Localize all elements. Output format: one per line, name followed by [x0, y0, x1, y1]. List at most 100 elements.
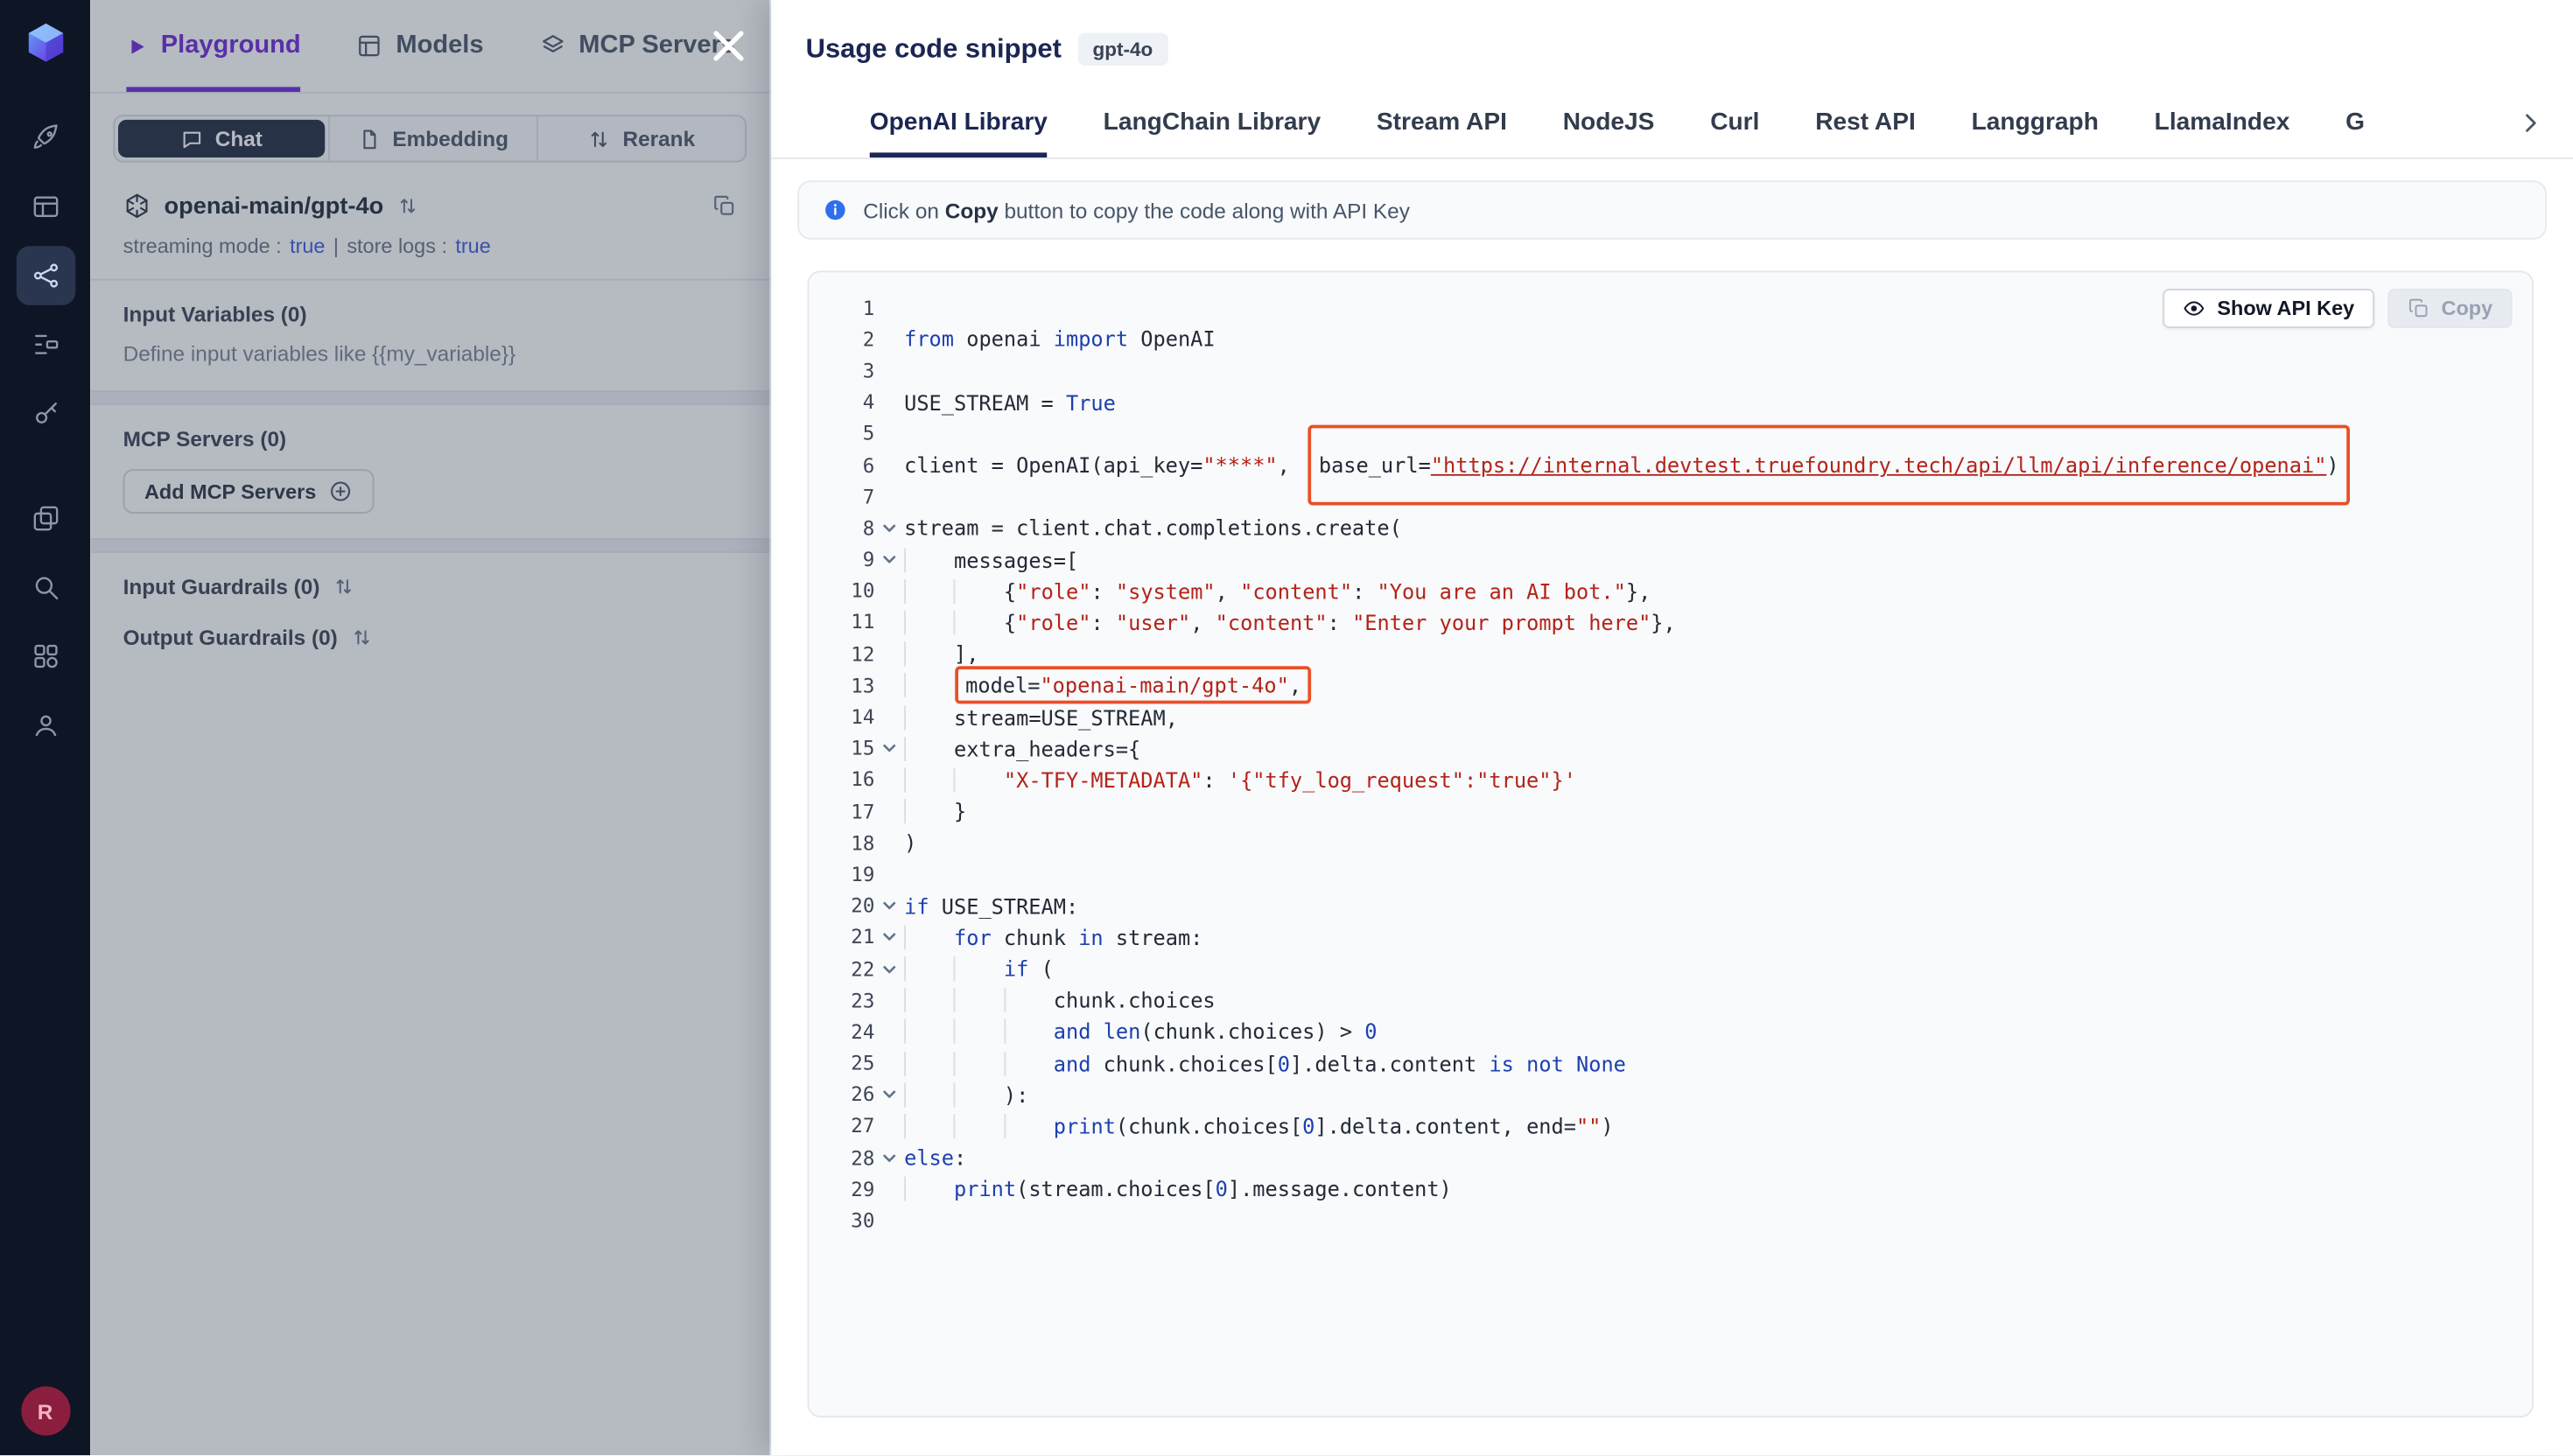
modal-backdrop[interactable] — [90, 0, 769, 1456]
line-number: 18 — [835, 831, 874, 854]
code-block: Show API Key Copy 1 2from openai import O… — [808, 270, 2534, 1418]
tabs-scroll-right-button[interactable] — [2511, 88, 2550, 158]
usage-tab-langgraph[interactable]: Langgraph — [1972, 88, 2099, 158]
line-number: 12 — [835, 642, 874, 665]
tree-icon — [31, 330, 60, 360]
fold-chevron-icon[interactable] — [874, 520, 904, 536]
user-avatar[interactable]: R — [20, 1387, 69, 1436]
code-line: 11 {"role": "user", "content": "Enter yo… — [835, 607, 2515, 639]
line-number: 11 — [835, 611, 874, 634]
line-number: 30 — [835, 1209, 874, 1232]
fold-chevron-icon[interactable] — [874, 929, 904, 946]
key-icon — [31, 399, 60, 429]
code-line: 12 ], — [835, 638, 2515, 669]
line-number: 7 — [835, 485, 874, 508]
usage-tab-llamaindex[interactable]: LlamaIndex — [2155, 88, 2290, 158]
fold-chevron-icon[interactable] — [874, 898, 904, 914]
usage-tab-openai-library[interactable]: OpenAI Library — [870, 88, 1048, 158]
code-line: 23 chunk.choices — [835, 984, 2515, 1016]
nav-pipelines[interactable] — [16, 315, 75, 374]
logo-cube-icon — [22, 20, 68, 66]
stacked-copy-icon — [31, 504, 60, 534]
usage-tabs: OpenAI Library LangChain Library Stream AP… — [771, 88, 2573, 159]
line-number: 2 — [835, 328, 874, 351]
nav-data[interactable] — [16, 178, 75, 237]
code-line: 17 } — [835, 795, 2515, 827]
code-line: 27 print(chunk.choices[0].delta.content,… — [835, 1110, 2515, 1142]
copy-code-label: Copy — [2442, 297, 2493, 319]
banner-text: Click on Copy button to copy the code al… — [863, 198, 1410, 222]
code-line: 24 and len(chunk.choices) > 0 — [835, 1016, 2515, 1047]
user-icon — [31, 710, 60, 740]
nav-explore[interactable] — [16, 558, 75, 618]
close-modal-button[interactable] — [705, 23, 752, 69]
line-number: 3 — [835, 360, 874, 382]
code-line: 25 and chunk.choices[0].delta.content is… — [835, 1047, 2515, 1079]
fold-chevron-icon[interactable] — [874, 740, 904, 757]
line-number: 13 — [835, 674, 874, 696]
truefoundry-logo[interactable] — [22, 20, 68, 66]
code-line: 21 for chunk in stream: — [835, 921, 2515, 953]
nav-users[interactable] — [16, 696, 75, 755]
line-number: 1 — [835, 297, 874, 319]
nav-deployments[interactable] — [16, 108, 75, 168]
code-line: 29 print(stream.choices[0].message.conte… — [835, 1173, 2515, 1205]
code-line: 3 — [835, 355, 2515, 387]
line-number: 17 — [835, 800, 874, 822]
modal-header: Usage code snippet gpt-4o — [771, 0, 2573, 88]
fold-chevron-icon[interactable] — [874, 1087, 904, 1103]
line-number: 10 — [835, 579, 874, 602]
usage-tab-curl[interactable]: Curl — [1710, 88, 1759, 158]
code-line: 2from openai import OpenAI — [835, 324, 2515, 355]
line-number: 6 — [835, 453, 874, 476]
rocket-icon — [31, 123, 60, 153]
show-api-key-button[interactable]: Show API Key — [2163, 289, 2374, 328]
code-line: 30 — [835, 1205, 2515, 1236]
info-icon — [822, 197, 848, 223]
fold-chevron-icon[interactable] — [874, 961, 904, 977]
code-line: 28else: — [835, 1142, 2515, 1173]
chevron-right-icon — [2517, 110, 2543, 136]
line-number: 29 — [835, 1178, 874, 1200]
line-number: 9 — [835, 548, 874, 570]
code-line: 15 extra_headers={ — [835, 732, 2515, 764]
usage-tab-rest-api[interactable]: Rest API — [1815, 88, 1916, 158]
nav-integrations[interactable] — [16, 626, 75, 686]
nav-gateway[interactable] — [16, 246, 75, 305]
line-number: 8 — [835, 516, 874, 539]
code-line: 14 stream=USE_STREAM, — [835, 701, 2515, 732]
copy-code-button[interactable]: Copy — [2387, 289, 2513, 328]
code-lines: 1 2from openai import OpenAI 3 4USE_STREAM … — [835, 292, 2515, 1236]
app-window: R Playground Models MCP Servers Chat — [0, 0, 2573, 1456]
line-number: 24 — [835, 1020, 874, 1043]
fold-chevron-icon[interactable] — [874, 1150, 904, 1166]
code-line: 26 ): — [835, 1079, 2515, 1110]
nav-rail: R — [0, 0, 90, 1456]
usage-tab-g[interactable]: G — [2345, 88, 2365, 158]
code-line: 18) — [835, 827, 2515, 858]
code-line: 19 — [835, 858, 2515, 890]
line-number: 21 — [835, 926, 874, 948]
model-badge: gpt-4o — [1078, 33, 1167, 66]
usage-tab-nodejs[interactable]: NodeJS — [1563, 88, 1655, 158]
line-number: 5 — [835, 423, 874, 445]
highlight-model: model="openai-main/gpt-4o", — [956, 667, 1311, 704]
code-line: 4USE_STREAM = True — [835, 387, 2515, 418]
line-number: 22 — [835, 957, 874, 980]
line-number: 20 — [835, 894, 874, 917]
close-icon — [709, 26, 748, 66]
code-line: 8stream = client.chat.completions.create… — [835, 513, 2515, 544]
usage-tab-langchain-library[interactable]: LangChain Library — [1104, 88, 1321, 158]
code-actions: Show API Key Copy — [2163, 289, 2513, 328]
show-api-key-label: Show API Key — [2217, 297, 2354, 319]
info-banner: Click on Copy button to copy the code al… — [797, 180, 2547, 240]
usage-code-snippet-modal: Usage code snippet gpt-4o OpenAI Library… — [771, 0, 2573, 1456]
code-line: 6client = OpenAI(api_key="****", base_ur… — [835, 450, 2515, 481]
usage-tab-stream-api[interactable]: Stream API — [1377, 88, 1507, 158]
fold-chevron-icon[interactable] — [874, 551, 904, 568]
nav-projects[interactable] — [16, 489, 75, 549]
apps-grid-icon — [31, 641, 60, 671]
nav-secrets[interactable] — [16, 384, 75, 444]
line-number: 15 — [835, 737, 874, 760]
code-line: 9 messages=[ — [835, 544, 2515, 576]
